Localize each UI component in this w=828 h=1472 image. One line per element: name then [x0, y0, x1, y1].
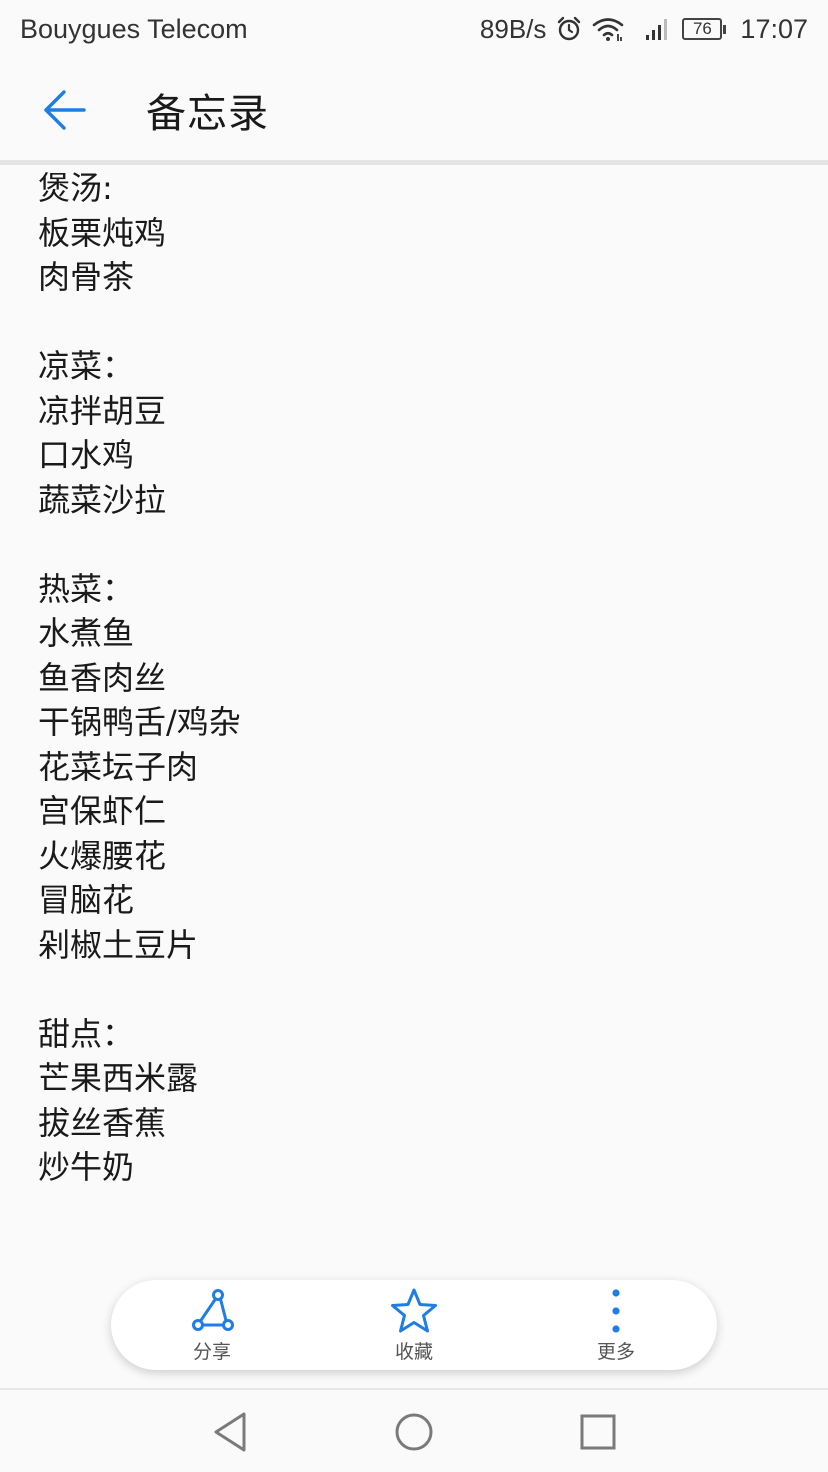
- note-blank-line: [38, 967, 798, 1012]
- favorite-button[interactable]: 收藏: [339, 1287, 489, 1364]
- note-line: 凉拌胡豆: [38, 391, 167, 430]
- note-line: 干锅鸭舌/鸡杂: [38, 703, 241, 741]
- page-title: 备忘录: [146, 91, 269, 137]
- share-button[interactable]: 分享: [137, 1287, 287, 1364]
- note-line: 炒牛奶: [38, 1148, 135, 1186]
- network-speed: 89B/s: [479, 13, 547, 44]
- note-line: 火爆腰花: [38, 836, 167, 875]
- alarm-icon: [556, 16, 582, 42]
- note-line: 宫保虾仁: [38, 792, 167, 830]
- status-indicators: 89B/s 76 17:07: [480, 14, 808, 45]
- battery-icon: 76: [682, 18, 727, 40]
- nav-back-button[interactable]: [206, 1408, 254, 1456]
- note-line: 肉骨茶: [38, 258, 135, 296]
- more-label: 更多: [596, 1340, 635, 1363]
- clock: 17:07: [740, 13, 808, 44]
- note-body[interactable]: 煲汤: 板栗炖鸡肉骨茶凉菜： 凉拌胡豆口水鸡蔬菜沙拉热菜： 水煮鱼鱼香肉丝干锅鸭舌/鸡…: [38, 166, 798, 1190]
- note-blank-line: [38, 300, 798, 345]
- note-line: 甜点：: [38, 1014, 135, 1053]
- app-bar: 备忘录: [0, 58, 828, 162]
- signal-icon: [644, 16, 672, 42]
- home-circle-icon: [395, 1413, 433, 1451]
- note-line: 水煮鱼: [38, 614, 135, 652]
- note-line: 热菜：: [38, 569, 135, 608]
- system-nav-bar: [0, 1390, 828, 1472]
- app-bar-divider: [0, 160, 828, 165]
- recents-square-icon: [580, 1414, 616, 1450]
- note-line: 芒果西米露: [38, 1059, 199, 1097]
- arrow-left-icon: [44, 90, 86, 130]
- note-line: 冒脑花: [38, 881, 135, 919]
- note-line: 拔丝香蕉: [38, 1103, 167, 1142]
- note-line: 蔬菜沙拉: [38, 480, 167, 519]
- note-line: 鱼香肉丝: [38, 658, 167, 697]
- nav-home-button[interactable]: [390, 1408, 438, 1456]
- wifi-icon: [592, 16, 624, 42]
- note-line: 花菜坛子肉: [38, 747, 199, 786]
- more-vertical-icon: [606, 1287, 626, 1335]
- star-icon: [389, 1287, 439, 1335]
- back-triangle-icon: [214, 1412, 246, 1452]
- note-line: 板栗炖鸡: [38, 213, 167, 252]
- status-bar: Bouygues Telecom 89B/s 76 17:07: [0, 0, 828, 58]
- share-label: 分享: [192, 1340, 231, 1363]
- note-line: 煲汤:: [38, 169, 113, 207]
- note-line: 凉菜：: [38, 347, 135, 385]
- note-line: 口水鸡: [38, 436, 135, 474]
- back-button[interactable]: [34, 80, 94, 140]
- more-button[interactable]: 更多: [541, 1287, 691, 1364]
- battery-level: 76: [682, 18, 723, 40]
- battery-tip: [723, 24, 727, 34]
- share-icon: [188, 1287, 236, 1335]
- nav-recents-button[interactable]: [574, 1408, 622, 1456]
- note-action-bar: 分享 收藏 更多: [111, 1280, 717, 1370]
- carrier-name: Bouygues Telecom: [20, 13, 248, 44]
- note-blank-line: [38, 522, 798, 567]
- note-line: 剁椒土豆片: [38, 925, 199, 964]
- favorite-label: 收藏: [394, 1340, 433, 1363]
